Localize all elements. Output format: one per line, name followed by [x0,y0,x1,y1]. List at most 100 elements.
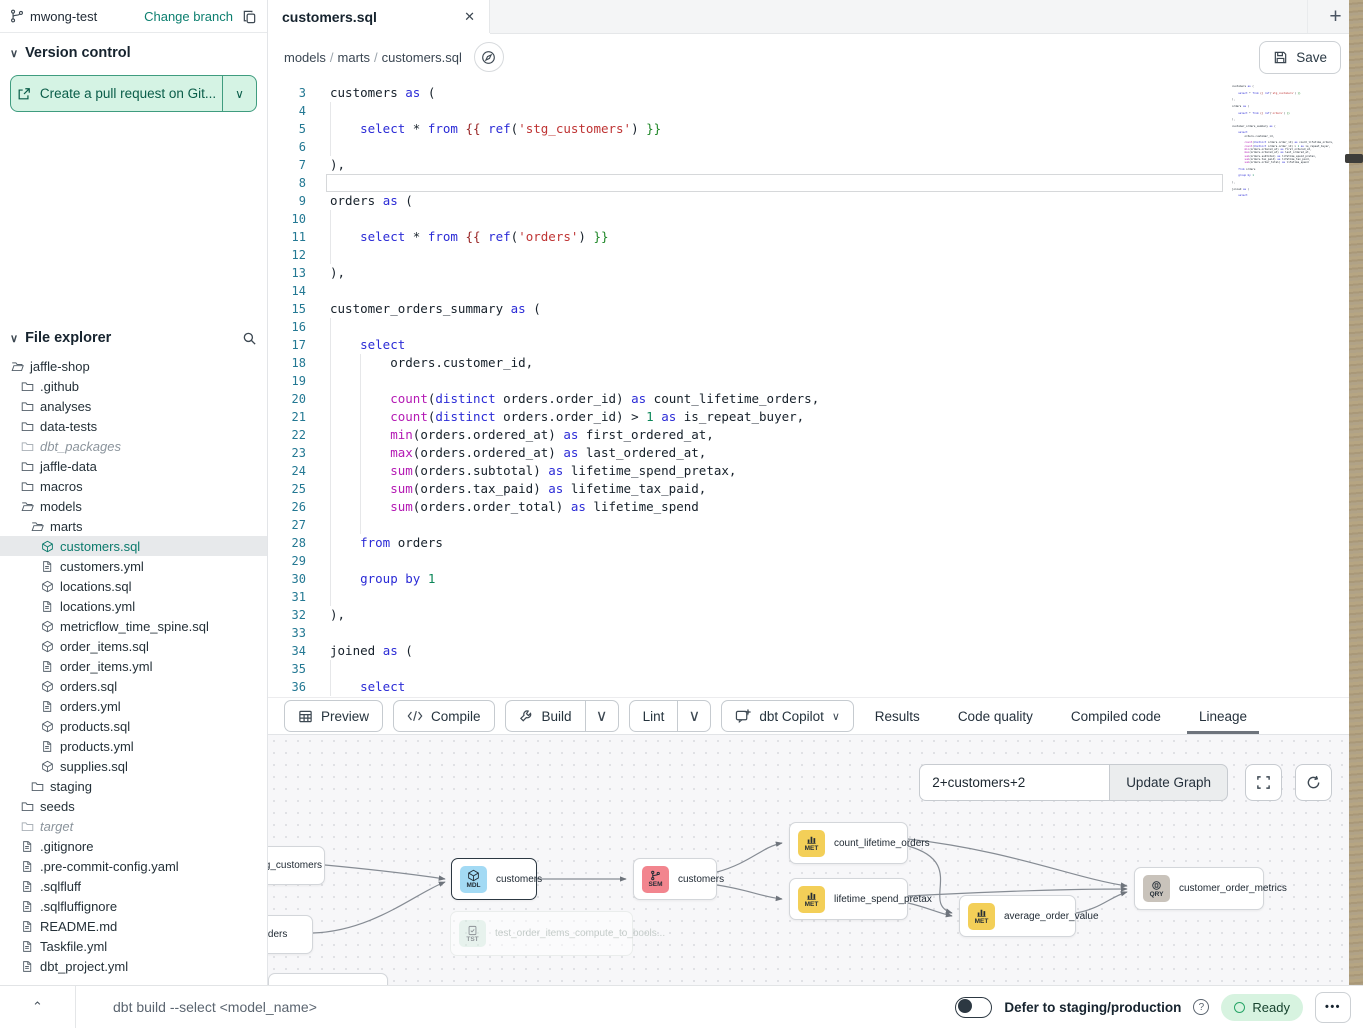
code-line-24[interactable]: 24 sum(orders.subtotal) as lifetime_spen… [268,462,1363,480]
more-options-button[interactable]: ••• [1315,992,1351,1023]
code-line-32[interactable]: 32), [268,606,1363,624]
minimap[interactable]: customers as ( select * from {{ ref('stg… [1232,82,1345,197]
code-line-25[interactable]: 25 sum(orders.tax_paid) as lifetime_tax_… [268,480,1363,498]
save-button[interactable]: Save [1259,41,1341,74]
lint-dropdown[interactable]: ∨ [678,701,710,731]
file-tree-item-dbt-packages[interactable]: dbt_packages [0,436,267,456]
code-line-35[interactable]: 35 [268,660,1363,678]
code-line-6[interactable]: 6 [268,138,1363,156]
code-line-30[interactable]: 30 group by 1 [268,570,1363,588]
file-tree-item-jaffle-shop[interactable]: jaffle-shop [0,356,267,376]
lineage-node-customers_semantic[interactable]: SEMcustomers [633,858,717,900]
breadcrumb-part[interactable]: marts [338,50,371,65]
code-line-29[interactable]: 29 [268,552,1363,570]
file-tree-item-dbt-project.yml[interactable]: dbt_project.yml [0,956,267,976]
code-line-12[interactable]: 12 [268,246,1363,264]
code-line-28[interactable]: 28 from orders [268,534,1363,552]
breadcrumb-part[interactable]: customers.sql [382,50,462,65]
code-line-33[interactable]: 33 [268,624,1363,642]
update-graph-button[interactable]: Update Graph [1109,764,1228,801]
file-tree-item-orders.sql[interactable]: orders.sql [0,676,267,696]
tab-customers-sql[interactable]: customers.sql ✕ [268,0,490,33]
refresh-icon[interactable] [1295,764,1332,801]
change-branch-link[interactable]: Change branch [144,9,233,24]
fullscreen-icon[interactable] [1245,764,1282,801]
lineage-node-test_order_items[interactable]: TSTtest_order_items_compute_to_bools... [450,911,633,956]
lineage-node-partial_node[interactable] [268,973,388,985]
close-icon[interactable]: ✕ [464,9,475,25]
lineage-panel[interactable]: Update Graph MDLstg_customersMDLordersMD… [268,735,1363,985]
collapse-panel-button[interactable]: ⌃ [0,986,76,1028]
lint-button[interactable]: Lint [630,701,678,731]
code-editor[interactable]: 23customers as (45 select * from {{ ref(… [268,80,1363,697]
breadcrumb-part[interactable]: models [284,50,326,65]
file-tree-item-supplies.sql[interactable]: supplies.sql [0,756,267,776]
code-line-16[interactable]: 16 [268,318,1363,336]
lineage-node-customers_model[interactable]: MDLcustomers [451,858,537,900]
file-tree-item-order-items.sql[interactable]: order_items.sql [0,636,267,656]
code-line-3[interactable]: 3customers as ( [268,84,1363,102]
create-pr-button[interactable]: Create a pull request on Git... [11,76,222,111]
code-line-20[interactable]: 20 count(distinct orders.order_id) as co… [268,390,1363,408]
code-line-4[interactable]: 4 [268,102,1363,120]
file-tree-item-jaffle-data[interactable]: jaffle-data [0,456,267,476]
file-tree-item-.github[interactable]: .github [0,376,267,396]
code-line-26[interactable]: 26 sum(orders.order_total) as lifetime_s… [268,498,1363,516]
copilot-compass-icon[interactable] [474,42,504,72]
code-line-34[interactable]: 34joined as ( [268,642,1363,660]
file-tree-item-seeds[interactable]: seeds [0,796,267,816]
file-tree-item-products.yml[interactable]: products.yml [0,736,267,756]
file-tree-item-staging[interactable]: staging [0,776,267,796]
file-tree-item-README.md[interactable]: README.md [0,916,267,936]
file-tree-item-customers.yml[interactable]: customers.yml [0,556,267,576]
lineage-node-count_lifetime_orders[interactable]: METcount_lifetime_orders [789,822,908,864]
file-tree-item-order-items.yml[interactable]: order_items.yml [0,656,267,676]
file-tree-item-.pre-commit-config.yaml[interactable]: .pre-commit-config.yaml [0,856,267,876]
command-input[interactable] [113,999,633,1015]
code-line-13[interactable]: 13), [268,264,1363,282]
file-tree-item-.sqlfluffignore[interactable]: .sqlfluffignore [0,896,267,916]
code-line-15[interactable]: 15customer_orders_summary as ( [268,300,1363,318]
file-tree-item-Taskfile.yml[interactable]: Taskfile.yml [0,936,267,956]
search-icon[interactable] [242,331,257,346]
version-control-header[interactable]: ∨ Version control [0,33,267,69]
code-line-21[interactable]: 21 count(distinct orders.order_id) > 1 a… [268,408,1363,426]
file-tree-item-metricflow-time-spine.sql[interactable]: metricflow_time_spine.sql [0,616,267,636]
copy-branch-icon[interactable] [242,9,257,24]
lineage-node-customer_order_metrics[interactable]: QRYcustomer_order_metrics [1134,867,1264,910]
file-tree-item-analyses[interactable]: analyses [0,396,267,416]
file-tree-item-target[interactable]: target [0,816,267,836]
code-line-5[interactable]: 5 select * from {{ ref('stg_customers') … [268,120,1363,138]
tab-results[interactable]: Results [875,698,920,734]
file-tree-item-.gitignore[interactable]: .gitignore [0,836,267,856]
code-line-9[interactable]: 9orders as ( [268,192,1363,210]
file-tree-item-locations.yml[interactable]: locations.yml [0,596,267,616]
code-line-10[interactable]: 10 [268,210,1363,228]
defer-toggle[interactable] [955,997,992,1018]
file-tree-item-products.sql[interactable]: products.sql [0,716,267,736]
code-line-27[interactable]: 27 [268,516,1363,534]
lineage-selector-input[interactable] [919,764,1109,801]
tab-compiled-code[interactable]: Compiled code [1071,698,1161,734]
help-icon[interactable]: ? [1193,999,1209,1015]
code-line-23[interactable]: 23 max(orders.ordered_at) as last_ordere… [268,444,1363,462]
file-tree-item-locations.sql[interactable]: locations.sql [0,576,267,596]
code-line-19[interactable]: 19 [268,372,1363,390]
file-tree-item-.sqlfluff[interactable]: .sqlfluff [0,876,267,896]
code-line-36[interactable]: 36 select [268,678,1363,696]
dbt-copilot-button[interactable]: dbt Copilot ∨ [721,700,854,732]
file-tree-item-models[interactable]: models [0,496,267,516]
tab-lineage[interactable]: Lineage [1199,698,1247,734]
compile-button[interactable]: Compile [393,700,495,732]
scrollbar-thumb[interactable] [1345,154,1363,163]
code-line-7[interactable]: 7), [268,156,1363,174]
preview-button[interactable]: Preview [284,700,383,732]
file-tree-item-macros[interactable]: macros [0,476,267,496]
file-tree-item-orders.yml[interactable]: orders.yml [0,696,267,716]
lineage-node-stg_customers[interactable]: MDLstg_customers [268,846,325,885]
create-pr-dropdown[interactable]: ∨ [222,76,256,111]
file-tree-item-data-tests[interactable]: data-tests [0,416,267,436]
code-line-17[interactable]: 17 select [268,336,1363,354]
file-tree-item-customers.sql[interactable]: customers.sql [0,536,267,556]
code-line-14[interactable]: 14 [268,282,1363,300]
